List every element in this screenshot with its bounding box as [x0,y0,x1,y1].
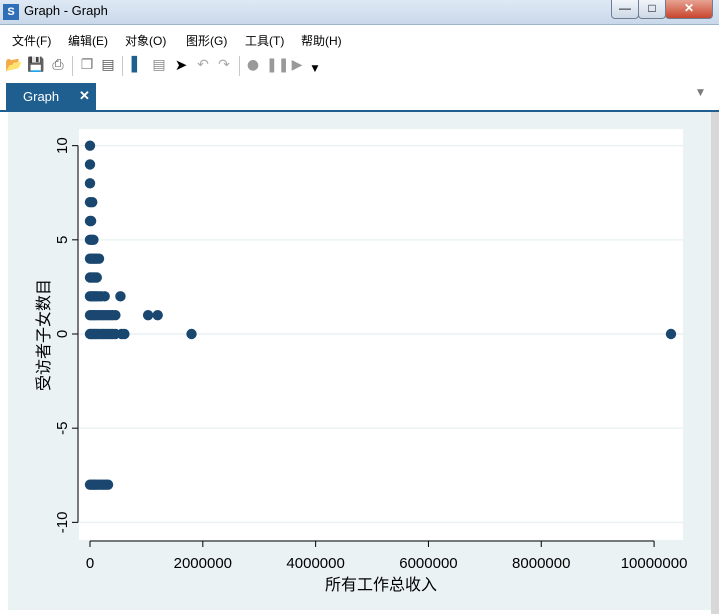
menu-bar: 文件(F) 编辑(E) 对象(O) 图形(G) 工具(T) 帮助(H) [0,28,719,50]
dropdown-icon[interactable]: ▼ [306,60,324,78]
tab-close-icon[interactable]: ✕ [79,88,90,104]
x-tick-label: 8000000 [512,555,570,572]
scatter-point [93,253,105,264]
y-tick-label: -10 [54,512,71,534]
y-axis: 10 5 0 -5 -10 [54,137,79,534]
scatter-point [152,309,163,321]
x-tick-label: 0 [86,555,94,572]
menu-file[interactable]: 文件(F) [12,32,51,49]
scatter-chart: 10 5 0 -5 -10 0 2000000 4000000 6000000 8000000 1… [34,129,688,594]
menu-graph[interactable]: 图形(G) [186,32,227,49]
window-title: Graph - Graph [24,3,108,18]
toolbar-separator [122,56,123,76]
pointer-icon[interactable]: ➤ [172,56,190,74]
pause-icon[interactable]: ❚❚ [266,56,289,74]
play-icon[interactable]: ▶ [288,56,306,74]
redo-icon[interactable]: ↷ [215,56,233,74]
save-icon[interactable]: 💾 [27,56,45,74]
tab-label: Graph [23,89,60,104]
record-icon[interactable]: ● [244,56,262,74]
scatter-point [115,291,126,302]
x-tick-label: 10000000 [621,555,688,572]
toolbar-separator [72,56,73,76]
scatter-point [91,272,102,283]
scatter-point [88,234,99,246]
y-axis-label: 受访者子女数目 [34,279,53,391]
menu-help[interactable]: 帮助(H) [301,32,342,49]
scatter-point [102,479,114,490]
undo-icon[interactable]: ↶ [194,56,212,74]
stata-icon: S [3,4,19,20]
scatter-point [665,328,677,340]
scatter-point [186,328,197,340]
vertical-scrollbar[interactable] [711,112,719,614]
y-tick-label: 10 [54,137,71,154]
minimize-button[interactable]: — [611,0,639,19]
menu-tools[interactable]: 工具(T) [245,32,284,49]
scatter-point [87,196,98,208]
x-axis-label: 所有工作总收入 [325,576,437,594]
scatter-point [84,178,96,189]
x-axis: 0 2000000 4000000 6000000 8000000 10000000 [86,540,688,572]
x-tick-label: 2000000 [174,555,232,572]
scatter-point [119,328,130,340]
scatter-point [85,215,97,227]
y-tick-label: 5 [54,236,71,244]
menu-object[interactable]: 对象(O) [125,32,166,49]
menu-edit[interactable]: 编辑(E) [68,32,108,49]
y-tick-label: 0 [54,330,71,338]
scatter-point [110,309,121,321]
x-tick-label: 4000000 [286,555,344,572]
scatter-point [142,309,154,321]
scatter-point [84,159,96,170]
x-tick-label: 6000000 [399,555,457,572]
scatter-point [84,140,96,151]
data-editor-icon[interactable]: ▤ [150,56,168,74]
tab-strip: Graph ✕ ▼ [0,80,719,112]
print-icon[interactable]: ⎙ [49,56,67,74]
open-icon[interactable]: 📂 [5,56,23,74]
rename-icon[interactable]: ▤ [99,56,117,74]
close-button[interactable]: ✕ [665,0,713,19]
copy-icon[interactable]: ❐ [78,56,96,74]
maximize-button[interactable]: □ [638,0,666,19]
toolbar: 📂 💾 ⎙ ❐ ▤ ▌ ▤ ➤ ↶ ↷ ● ❚❚ ▶ ▼ [0,53,719,79]
y-tick-label: -5 [54,422,71,435]
scatter-point [99,291,110,302]
toolbar-separator [239,56,240,76]
tab-graph[interactable]: Graph ✕ [6,83,96,110]
title-bar: S Graph - Graph — □ ✕ [0,0,719,25]
graph-editor-icon[interactable]: ▌ [128,56,146,74]
tab-list-chevron-icon[interactable]: ▼ [697,88,704,98]
graph-region: 10 5 0 -5 -10 0 2000000 4000000 6000000 8000000 1… [8,112,713,610]
